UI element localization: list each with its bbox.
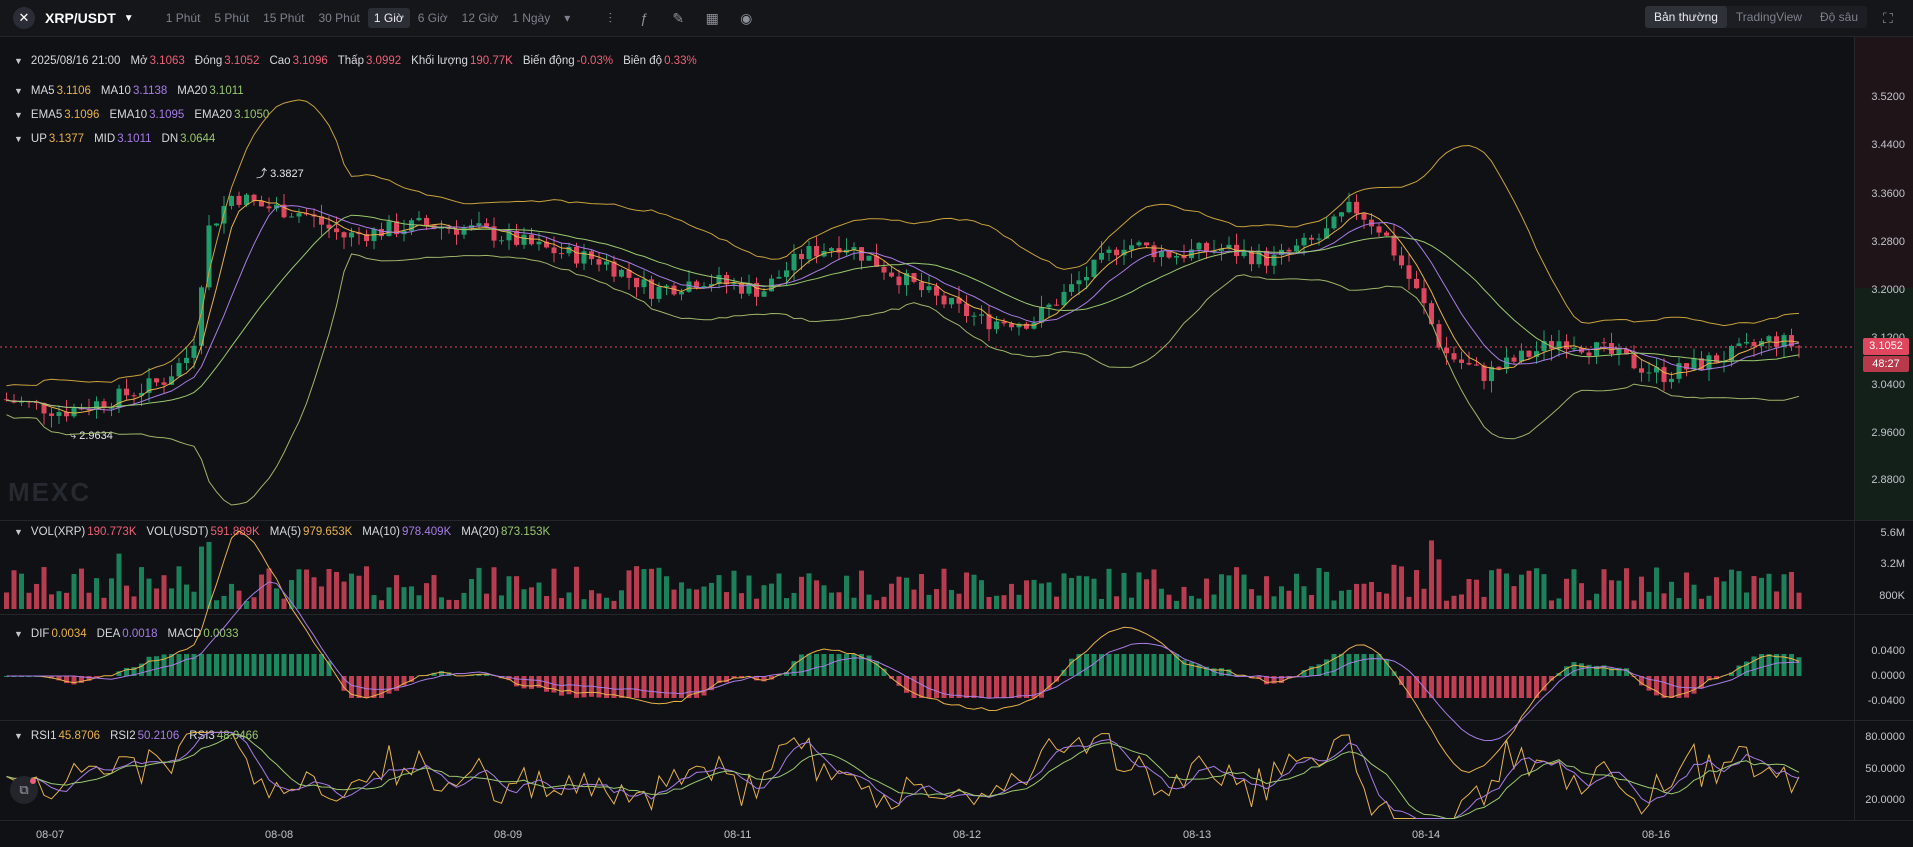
date-tick: 08-09 — [494, 829, 523, 841]
macd-tick: 0.0400 — [1871, 645, 1905, 657]
rsi-legend: ▼ RSI1 45.8706 RSI2 50.2106 RSI3 48.0466 — [14, 730, 259, 742]
layout-grid-icon[interactable]: ▦ — [702, 8, 722, 28]
volume-tick: 800K — [1879, 590, 1905, 602]
draw-pencil-icon[interactable]: ✎ — [668, 8, 688, 28]
chart-settings-button[interactable]: ⧉ — [10, 776, 38, 804]
interval-1d[interactable]: 1 Ngày — [506, 8, 556, 28]
date-tick: 08-07 — [36, 829, 65, 841]
collapse-icon[interactable]: ▼ — [14, 629, 23, 639]
chart-toolbar: ✕ XRP/USDT ▼ 1 Phút 5 Phút 15 Phút 30 Ph… — [0, 0, 1913, 37]
date-tick: 08-08 — [265, 829, 294, 841]
low-marker: ⤷ 2.9634 — [70, 430, 113, 442]
camera-icon[interactable]: ◉ — [736, 8, 756, 28]
ohlc-legend: ▼ 2025/08/16 21:00 Mở 3.1063 Đóng 3.1052 C… — [14, 55, 697, 67]
rsi-tick: 80.0000 — [1865, 731, 1905, 743]
collapse-icon[interactable]: ▼ — [14, 110, 23, 120]
ma-legend: ▼ MA5 3.1106 MA10 3.1138 MA20 3.1011 — [14, 85, 244, 97]
chevron-down-icon[interactable]: ▼ — [124, 13, 134, 24]
price-tick: 3.3600 — [1871, 188, 1905, 200]
interval-12h[interactable]: 12 Giờ — [456, 8, 505, 28]
indicator-icon[interactable]: ƒ — [634, 8, 654, 28]
volume-tick: 3.2M — [1880, 558, 1905, 570]
interval-15m[interactable]: 15 Phút — [257, 8, 310, 28]
price-tick: 3.2000 — [1871, 284, 1905, 296]
interval-6h[interactable]: 6 Giờ — [412, 8, 454, 28]
collapse-icon[interactable]: ▼ — [14, 134, 23, 144]
close-icon[interactable]: ✕ — [13, 7, 35, 29]
interval-5m[interactable]: 5 Phút — [208, 8, 255, 28]
volume-tick: 5.6M — [1880, 527, 1905, 539]
price-tick: 3.0400 — [1871, 379, 1905, 391]
watermark-logo: MEXC — [8, 477, 92, 507]
high-marker: ⤴ 3.3827 — [256, 168, 304, 180]
boll-legend: ▼ UP 3.1377 MID 3.1011 DN 3.0644 — [14, 133, 216, 145]
macd-panel[interactable] — [0, 614, 1913, 721]
interval-more-icon[interactable]: ▾ — [558, 8, 576, 28]
fullscreen-icon[interactable]: ⛶ — [1883, 10, 1899, 26]
candle-type-icon[interactable]: ⫶ — [600, 8, 620, 28]
collapse-icon[interactable]: ▼ — [14, 527, 23, 537]
tab-standard[interactable]: Bản thường — [1644, 6, 1727, 28]
price-tick: 3.4400 — [1871, 139, 1905, 151]
price-tick: 3.2800 — [1871, 236, 1905, 248]
date-tick: 08-12 — [953, 829, 982, 841]
date-tick: 08-11 — [724, 829, 752, 841]
macd-tick: 0.0000 — [1871, 670, 1905, 682]
collapse-icon[interactable]: ▼ — [14, 731, 23, 741]
current-price-tag: 3.1052 — [1863, 338, 1909, 355]
price-tick: 2.8800 — [1871, 474, 1905, 486]
rsi-tick: 50.0000 — [1865, 763, 1905, 775]
rsi-tick: 20.0000 — [1865, 794, 1905, 806]
notification-dot — [30, 778, 36, 784]
interval-1m[interactable]: 1 Phút — [160, 8, 207, 28]
collapse-icon[interactable]: ▼ — [14, 86, 23, 96]
countdown-tag: 48:27 — [1863, 356, 1909, 372]
tab-depth[interactable]: Độ sâu — [1811, 6, 1867, 28]
symbol-title[interactable]: XRP/USDT — [45, 10, 116, 26]
view-tabs: Bản thường TradingView Độ sâu — [1644, 6, 1867, 28]
ema-legend: ▼ EMA5 3.1096 EMA10 3.1095 EMA20 3.1050 — [14, 109, 270, 121]
volume-legend: ▼ VOL(XRP) 190.773K VOL(USDT) 591.889K MA(… — [14, 526, 551, 538]
macd-tick: -0.0400 — [1867, 695, 1905, 707]
tab-tradingview[interactable]: TradingView — [1727, 6, 1811, 28]
price-tick: 3.5200 — [1871, 91, 1905, 103]
date-tick: 08-14 — [1412, 829, 1441, 841]
date-tick: 08-13 — [1183, 829, 1212, 841]
price-axis[interactable] — [1854, 37, 1913, 520]
price-tick: 2.9600 — [1871, 427, 1905, 439]
macd-legend: ▼ DIF 0.0034 DEA 0.0018 MACD 0.0033 — [14, 628, 239, 640]
interval-tabs: 1 Phút 5 Phút 15 Phút 30 Phút 1 Giờ 6 Gi… — [160, 8, 579, 28]
date-axis: 08-07 08-08 08-09 08-11 08-12 08-13 08-1… — [0, 820, 1913, 847]
price-panel[interactable]: MEXC — [0, 37, 1913, 521]
chart-tools: ⫶ ƒ ✎ ▦ ◉ — [600, 8, 770, 28]
collapse-icon[interactable]: ▼ — [14, 56, 23, 66]
rsi-panel[interactable] — [0, 720, 1913, 821]
interval-1h[interactable]: 1 Giờ — [367, 8, 410, 28]
date-tick: 08-16 — [1642, 829, 1671, 841]
interval-30m[interactable]: 30 Phút — [312, 8, 365, 28]
